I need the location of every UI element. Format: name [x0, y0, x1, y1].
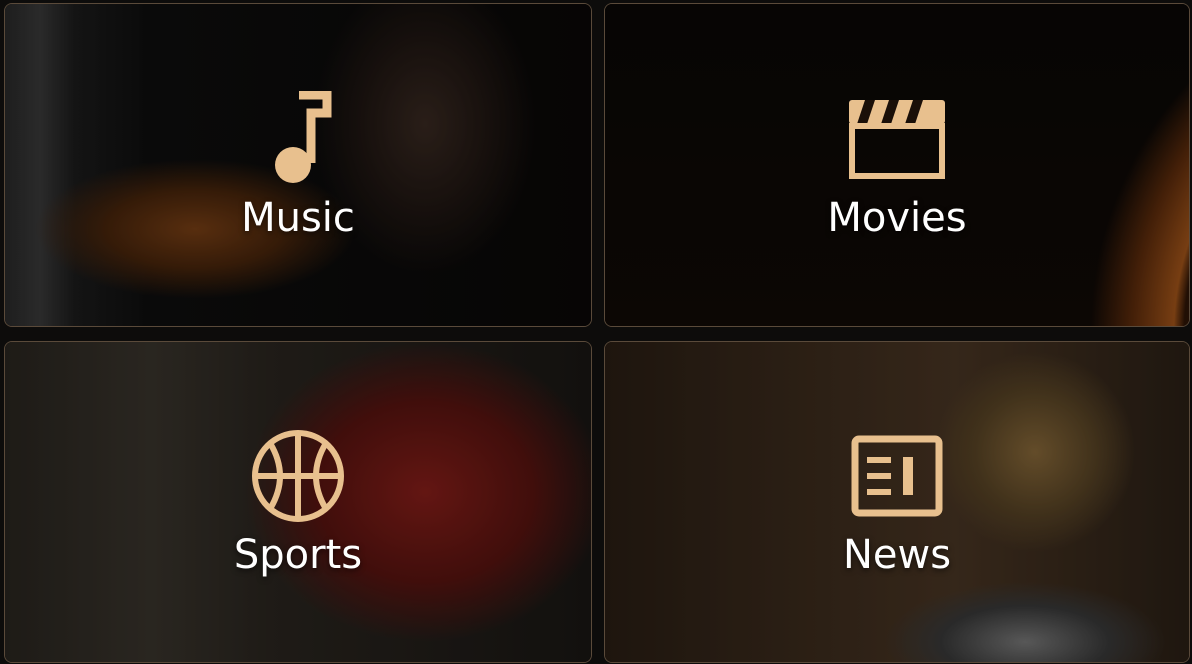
music-label: Music	[241, 195, 355, 241]
sports-label: Sports	[233, 532, 363, 578]
newspaper-icon	[847, 426, 947, 526]
basketball-icon	[248, 426, 348, 526]
music-tile[interactable]: Music	[4, 3, 592, 327]
clapperboard-icon	[847, 89, 947, 189]
music-note-icon	[248, 89, 348, 189]
news-tile[interactable]: News	[604, 341, 1190, 663]
movies-tile[interactable]: Movies	[604, 3, 1190, 327]
movies-label: Movies	[827, 195, 967, 241]
sports-tile[interactable]: Sports	[4, 341, 592, 663]
news-label: News	[842, 532, 952, 578]
category-grid: Music Movies Sports News	[0, 0, 1192, 664]
